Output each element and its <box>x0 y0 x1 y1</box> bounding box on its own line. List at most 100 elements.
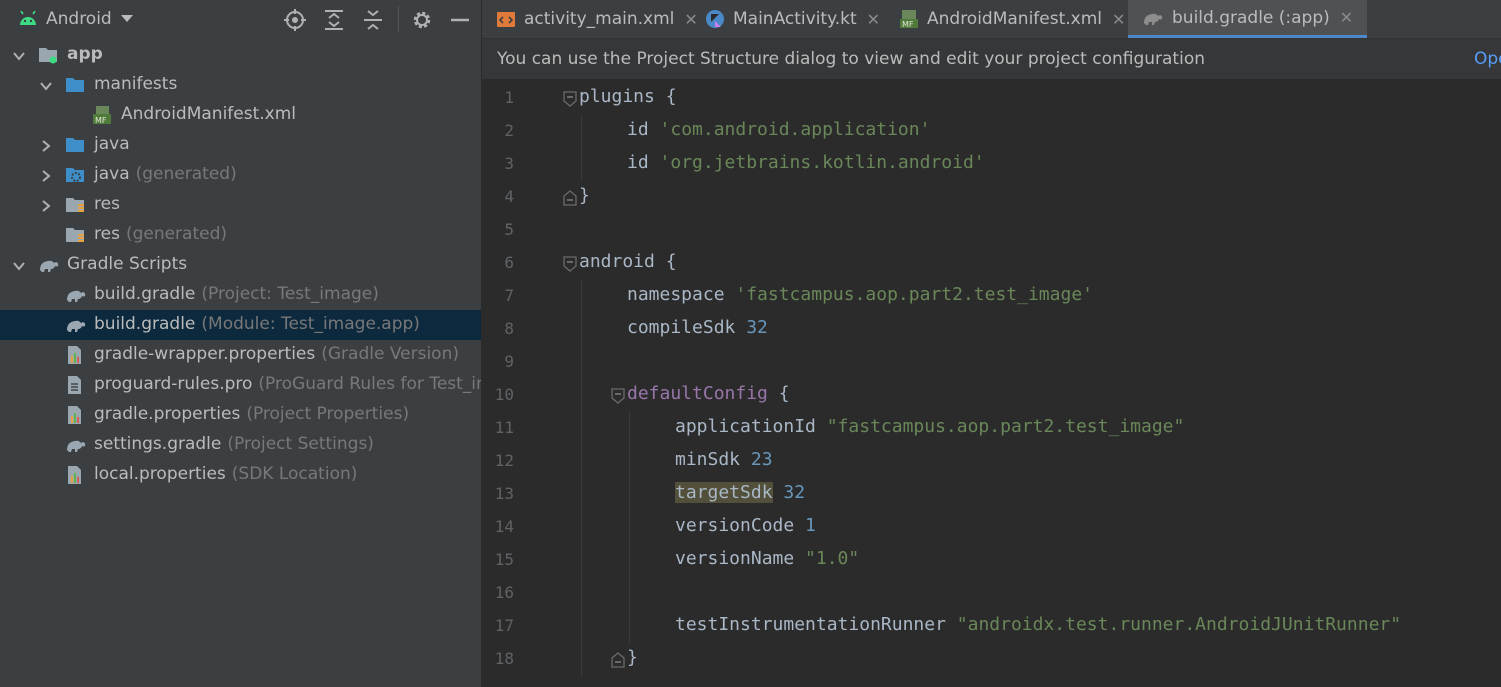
tree-item-name: AndroidManifest.xml <box>121 104 297 124</box>
code-line[interactable]: 3 id 'org.jetbrains.kotlin.android' <box>482 148 1501 181</box>
chevron-right-icon[interactable] <box>39 138 53 152</box>
hide-panel-button[interactable] <box>447 7 473 33</box>
code-line[interactable]: 8 compileSdk 32 <box>482 313 1501 346</box>
open-project-structure-link[interactable]: Ope <box>1474 49 1501 69</box>
code-line[interactable]: 15 versionName "1.0" <box>482 544 1501 577</box>
code-line[interactable]: 9 <box>482 346 1501 379</box>
properties-file-icon <box>65 466 85 484</box>
tab-activity-main-xml[interactable]: activity_main.xml ✕ <box>496 0 698 38</box>
chevron-right-icon[interactable] <box>39 168 53 182</box>
gradle-icon <box>65 286 86 304</box>
settings-button[interactable] <box>409 7 435 33</box>
tab-build-gradle-app[interactable]: build.gradle (:app) ✕ <box>1128 0 1368 38</box>
code-token: { <box>767 383 790 404</box>
close-tab-icon[interactable]: ✕ <box>1340 8 1353 27</box>
close-tab-icon[interactable]: ✕ <box>1112 10 1125 29</box>
tree-item-name: java <box>94 164 130 184</box>
line-number: 17 <box>494 616 514 635</box>
number-literal: 23 <box>750 449 773 470</box>
tree-item-label: java <box>94 134 130 154</box>
tree-item-hint: (Gradle Version) <box>321 344 459 364</box>
code-line[interactable]: 11 applicationId "fastcampus.aop.part2.te… <box>482 412 1501 445</box>
tab-android-manifest-xml[interactable]: MF AndroidManifest.xml ✕ <box>899 0 1125 38</box>
tree-row[interactable]: res (generated) <box>0 220 481 250</box>
code-line[interactable]: 13 targetSdk 32 <box>482 478 1501 511</box>
gear-icon <box>413 11 431 29</box>
gradle-icon <box>38 256 59 274</box>
fold-start-icon[interactable] <box>563 256 577 272</box>
code-line[interactable]: 12 minSdk 23 <box>482 445 1501 478</box>
tree-row[interactable]: gradle-wrapper.properties (Gradle Version… <box>0 340 481 370</box>
tree-item-label: manifests <box>94 74 177 94</box>
code-line[interactable]: 17 testInstrumentationRunner "androidx.te… <box>482 610 1501 643</box>
fold-start-icon[interactable] <box>563 91 577 107</box>
res-folder-icon <box>65 196 85 214</box>
tree-item-hint: (Project Settings) <box>227 434 374 454</box>
tab-label: activity_main.xml <box>524 9 675 29</box>
tree-item-label: local.properties (SDK Location) <box>94 464 357 484</box>
tree-item-label: java (generated) <box>94 164 237 184</box>
project-panel-toolbar: Android <box>0 0 481 38</box>
tree-row[interactable]: settings.gradle (Project Settings) <box>0 430 481 460</box>
code-text: } <box>579 185 590 206</box>
expand-all-icon <box>325 10 343 30</box>
code-line[interactable]: 4} <box>482 181 1501 214</box>
code-line[interactable]: 6 android { <box>482 247 1501 280</box>
tree-row[interactable]: gradle.properties (Project Properties) <box>0 400 481 430</box>
code-line[interactable]: 5 <box>482 214 1501 247</box>
tree-row[interactable]: proguard-rules.pro (ProGuard Rules for Te… <box>0 370 481 400</box>
tree-row[interactable]: app <box>0 40 481 70</box>
gradle-icon <box>1144 13 1163 25</box>
tree-row[interactable]: java (generated) <box>0 160 481 190</box>
properties-file-icon <box>65 406 85 424</box>
tree-item-label: res (generated) <box>94 224 227 244</box>
chevron-down-icon[interactable] <box>12 258 26 272</box>
expand-all-button[interactable] <box>321 7 347 33</box>
collapse-all-button[interactable] <box>360 7 386 33</box>
code-line[interactable]: 18} <box>482 643 1501 676</box>
string-literal: "fastcampus.aop.part2.test_image" <box>826 416 1185 437</box>
tree-row[interactable]: MF AndroidManifest.xml <box>0 100 481 130</box>
code-token: plugins { <box>579 86 677 107</box>
tab-main-activity-kt[interactable]: MainActivity.kt ✕ <box>705 0 880 38</box>
code-line[interactable]: 14 versionCode 1 <box>482 511 1501 544</box>
close-tab-icon[interactable]: ✕ <box>684 10 697 29</box>
code-line[interactable]: 10 defaultConfig { <box>482 379 1501 412</box>
tree-row[interactable]: local.properties (SDK Location) <box>0 460 481 490</box>
code-token: android { <box>579 251 677 272</box>
tree-item-hint: (SDK Location) <box>231 464 358 484</box>
tree-row[interactable]: manifests <box>0 70 481 100</box>
tree-row[interactable]: java <box>0 130 481 160</box>
code-token: id <box>627 119 660 140</box>
chevron-down-icon[interactable] <box>39 78 53 92</box>
tab-label: build.gradle (:app) <box>1172 7 1330 28</box>
tree-item-label: AndroidManifest.xml <box>121 104 296 124</box>
view-selector[interactable]: Android <box>18 7 134 31</box>
tree-item-label: build.gradle (Module: Test_image.app) <box>94 314 420 334</box>
tree-row[interactable]: build.gradle (Project: Test_image) <box>0 280 481 310</box>
fold-end-icon[interactable] <box>563 190 577 206</box>
code-line[interactable]: 1 plugins { <box>482 82 1501 115</box>
chevron-right-icon[interactable] <box>39 198 53 212</box>
code-editor[interactable]: 1 plugins {2 id 'com.android.application' 3… <box>482 82 1501 687</box>
code-line[interactable]: 7 namespace 'fastcampus.aop.part2.test_im… <box>482 280 1501 313</box>
properties-file-icon <box>65 346 85 364</box>
tree-row[interactable]: Gradle Scripts <box>0 250 481 280</box>
code-line[interactable]: 16 <box>482 577 1501 610</box>
line-number: 12 <box>494 451 514 470</box>
code-token: versionCode <box>675 515 806 536</box>
close-tab-icon[interactable]: ✕ <box>867 10 880 29</box>
code-text: android { <box>579 251 677 272</box>
locate-button[interactable] <box>282 7 308 33</box>
line-number: 7 <box>504 286 514 305</box>
tree-row[interactable]: build.gradle (Module: Test_image.app) <box>0 310 481 340</box>
fold-end-icon[interactable] <box>611 652 625 668</box>
tree-row[interactable]: res <box>0 190 481 220</box>
line-number: 8 <box>504 319 514 338</box>
text-file-icon <box>65 376 85 394</box>
line-number: 4 <box>504 187 514 206</box>
fold-start-icon[interactable] <box>611 388 625 404</box>
chevron-down-icon[interactable] <box>12 48 26 62</box>
code-line[interactable]: 2 id 'com.android.application' <box>482 115 1501 148</box>
code-token: versionName <box>675 548 806 569</box>
